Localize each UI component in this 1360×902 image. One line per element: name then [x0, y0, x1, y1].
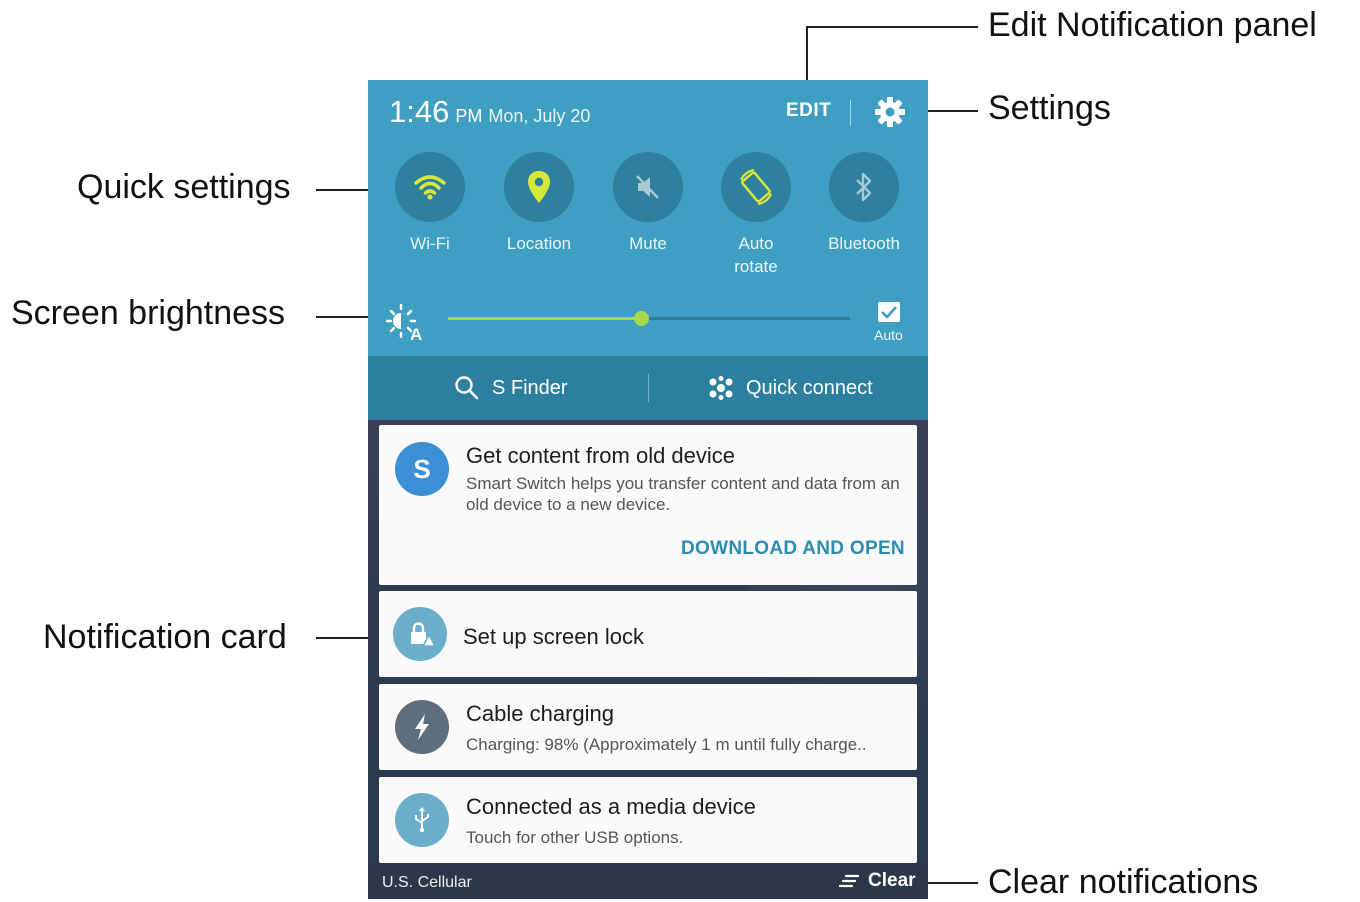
tile-label: Location: [506, 234, 572, 253]
quick-connect-icon: [709, 376, 733, 400]
charging-icon: [395, 700, 449, 754]
gear-icon: [875, 97, 905, 127]
notification-panel: 1:46 PM Mon, July 20 EDIT Wi-Fi Location…: [368, 80, 928, 899]
callout-quick-settings-line: [316, 189, 368, 191]
notification-card[interactable]: Connected as a media device Touch for ot…: [379, 777, 917, 863]
usb-icon: [395, 793, 449, 847]
tile-mute[interactable]: Mute: [594, 152, 702, 255]
callout-clear: Clear notifications: [988, 863, 1259, 901]
notification-card[interactable]: Set up screen lock: [379, 591, 917, 677]
screen-lock-icon: [393, 607, 447, 661]
quick-tiles: Wi-Fi Location Mute Auto rotate Bluetoot…: [368, 152, 928, 282]
callout-settings-line: [928, 110, 978, 112]
settings-button[interactable]: [874, 96, 906, 128]
notification-title: Get content from old device: [466, 443, 736, 468]
notification-body: Smart Switch helps you transfer content …: [466, 474, 900, 514]
tile-auto-rotate[interactable]: Auto rotate: [702, 152, 810, 278]
clock-ampm: PM: [455, 106, 483, 126]
brightness-row: A Auto: [368, 300, 928, 350]
status-datetime: 1:46 PM Mon, July 20: [389, 94, 590, 134]
notification-body: Touch for other USB options.: [466, 828, 684, 847]
auto-brightness-checkbox[interactable]: [878, 302, 900, 322]
callout-edit-panel: Edit Notification panel: [988, 6, 1317, 44]
mute-icon: [636, 175, 659, 199]
callout-quick-settings: Quick settings: [77, 168, 291, 206]
notification-title: Cable charging: [466, 701, 614, 726]
quick-settings-area: 1:46 PM Mon, July 20 EDIT Wi-Fi Location…: [368, 80, 928, 356]
callout-notification-line: [316, 637, 368, 639]
svg-text:S: S: [413, 454, 430, 484]
quick-connect-button[interactable]: Quick connect: [708, 356, 873, 420]
s-finder-button[interactable]: S Finder: [454, 356, 568, 420]
tile-label: Mute: [629, 234, 667, 253]
clock-date: Mon, July 20: [488, 106, 591, 126]
clock-time: 1:46: [389, 94, 450, 129]
finder-bar: S Finder Quick connect: [368, 356, 928, 420]
bluetooth-icon: [856, 172, 872, 202]
clear-label: Clear: [868, 870, 916, 891]
callout-edit-line-h: [806, 26, 978, 28]
carrier-name: U.S. Cellular: [382, 874, 472, 891]
brightness-auto-icon: A: [386, 303, 422, 343]
brightness-fill: [448, 317, 641, 320]
callout-brightness: Screen brightness: [11, 294, 286, 332]
notification-card[interactable]: Cable charging Charging: 98% (Approximat…: [379, 684, 917, 770]
notification-card[interactable]: S Get content from old device Smart Swit…: [379, 425, 917, 585]
notification-title: Connected as a media device: [466, 794, 756, 819]
checkmark-icon: [881, 306, 897, 319]
callout-notification-card: Notification card: [43, 618, 287, 656]
s-finder-label: S Finder: [492, 376, 568, 399]
tile-location[interactable]: Location: [485, 152, 593, 255]
callout-brightness-line: [316, 316, 368, 318]
finder-divider: [648, 374, 649, 402]
smart-switch-icon: S: [395, 442, 449, 496]
svg-text:A: A: [410, 325, 422, 343]
tile-wifi[interactable]: Wi-Fi: [376, 152, 484, 255]
search-icon: [455, 376, 479, 400]
header-divider: [850, 100, 851, 126]
tile-label: Bluetooth: [828, 234, 900, 253]
brightness-thumb[interactable]: [633, 311, 649, 326]
download-and-open-button[interactable]: DOWNLOAD AND OPEN: [681, 538, 905, 560]
tile-bluetooth[interactable]: Bluetooth: [810, 152, 918, 255]
notification-title: Set up screen lock: [463, 624, 644, 649]
notification-body: Charging: 98% (Approximately 1 m until f…: [466, 735, 867, 754]
quick-connect-label: Quick connect: [746, 376, 873, 399]
callout-clear-line: [928, 882, 978, 884]
clear-button[interactable]: Clear: [838, 870, 916, 892]
edit-button[interactable]: EDIT: [786, 100, 831, 122]
brightness-slider[interactable]: [448, 311, 850, 326]
auto-rotate-icon: [739, 168, 773, 206]
auto-brightness-label: Auto: [874, 327, 903, 343]
tile-label: Auto rotate: [734, 234, 778, 276]
location-pin-icon: [528, 171, 550, 203]
tile-label: Wi-Fi: [410, 234, 450, 253]
callout-settings: Settings: [988, 89, 1111, 127]
clear-all-icon: [838, 874, 860, 888]
panel-footer: U.S. Cellular Clear: [368, 866, 928, 899]
wifi-icon: [414, 175, 446, 200]
